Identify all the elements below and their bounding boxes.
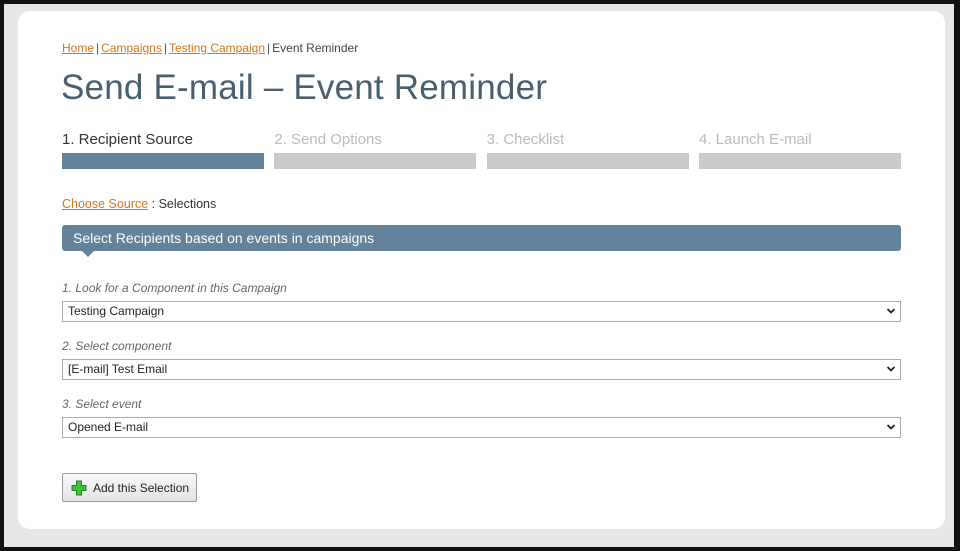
component-select[interactable]: [E-mail] Test Email [62,359,901,380]
step-progress-bar [698,153,901,169]
step-label: 4. Launch E-mail [698,131,812,148]
breadcrumb-campaigns[interactable]: Campaigns [101,41,162,55]
chevron-down-icon [887,366,895,372]
event-select[interactable]: Opened E-mail [62,417,901,438]
plus-icon [71,480,87,495]
chevron-down-icon [887,424,895,430]
choose-source-link[interactable]: Choose Source [62,197,148,211]
event-field: 3. Select event Opened E-mail [62,397,901,438]
step-progress-bar [62,153,264,169]
field-label: 3. Select event [62,397,142,411]
breadcrumb-testing-campaign[interactable]: Testing Campaign [169,41,265,55]
page-title: Send E-mail – Event Reminder [61,68,548,107]
add-selection-button[interactable]: Add this Selection [62,473,197,502]
add-selection-label: Add this Selection [93,480,190,495]
source-subcrumb: Choose Source : Selections [62,197,216,211]
banner-notch [82,251,94,257]
select-value: Opened E-mail [68,420,149,434]
breadcrumb-separator: | [96,41,100,55]
step-launch-email: 4. Launch E-mail [698,131,901,169]
breadcrumb-separator: | [267,41,271,55]
component-field: 2. Select component [E-mail] Test Email [62,339,901,380]
step-label: 3. Checklist [486,131,565,148]
breadcrumb-current: Event Reminder [272,41,359,55]
section-banner: Select Recipients based on events in cam… [62,225,901,257]
select-value: Testing Campaign [68,304,165,318]
banner-text: Select Recipients based on events in cam… [73,230,375,246]
field-label: 2. Select component [62,339,172,353]
select-value: [E-mail] Test Email [68,362,168,376]
step-label: 1. Recipient Source [62,131,193,148]
step-checklist: 3. Checklist [486,131,689,169]
subcrumb-text: : Selections [148,197,217,211]
chevron-down-icon [887,308,895,314]
campaign-field: 1. Look for a Component in this Campaign… [62,281,901,322]
campaign-select[interactable]: Testing Campaign [62,301,901,322]
field-label: 1. Look for a Component in this Campaign [62,281,287,295]
breadcrumb-home[interactable]: Home [62,41,94,55]
step-progress-bar [486,153,689,169]
step-recipient-source: 1. Recipient Source [62,131,264,169]
step-progress-bar [274,153,477,169]
wizard-steps: 1. Recipient Source 2. Send Options 3. C… [62,131,901,169]
breadcrumb: Home | Campaigns | Testing Campaign | Event Re… [62,41,358,55]
step-label: 2. Send Options [274,131,382,148]
breadcrumb-separator: | [163,41,167,55]
step-send-options: 2. Send Options [274,131,477,169]
